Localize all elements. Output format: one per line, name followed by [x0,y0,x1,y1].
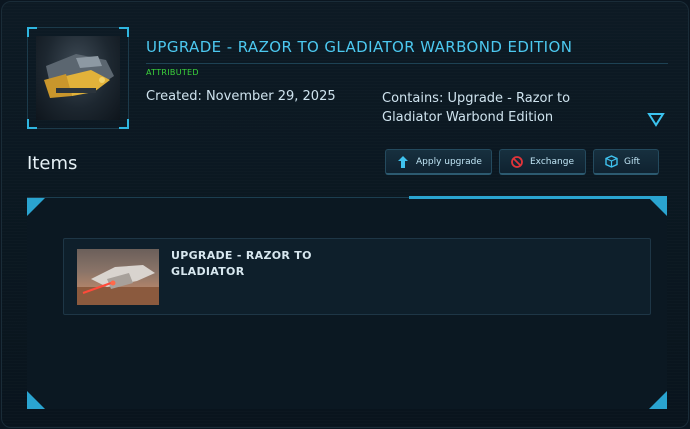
apply-upgrade-button[interactable]: Apply upgrade [385,149,492,175]
item-name: UPGRADE - RAZOR TO GLADIATOR [171,249,312,278]
status-badge: ATTRIBUTED [146,68,199,77]
exchange-label: Exchange [530,156,574,167]
created-date: Created: November 29, 2025 [146,89,336,104]
gift-label: Gift [624,156,641,167]
corner-bracket-icon [649,198,667,216]
items-accent-bar [409,196,667,199]
gift-box-icon [604,155,618,169]
corner-bracket-icon [27,391,45,409]
list-item[interactable]: UPGRADE - RAZOR TO GLADIATOR [63,238,651,315]
apply-upgrade-label: Apply upgrade [416,156,482,167]
frame-corner [119,119,129,129]
exchange-icon [510,155,524,169]
triangle-down-icon [647,113,665,127]
item-thumbnail [77,249,159,305]
frame-corner [27,119,37,129]
ship-illustration [77,265,159,305]
pledge-panel: UPGRADE - RAZOR TO GLADIATOR WARBOND EDI… [1,1,689,428]
items-heading: Items [27,153,78,174]
pledge-title: UPGRADE - RAZOR TO GLADIATOR WARBOND EDI… [146,38,573,56]
gift-button[interactable]: Gift [593,149,659,175]
title-divider [146,63,668,64]
corner-bracket-icon [649,391,667,409]
ship-illustration [44,54,114,98]
contains-text: Contains: Upgrade - Razor to Gladiator W… [382,91,571,125]
pledge-thumbnail-frame [27,27,129,129]
pledge-thumbnail-image [36,36,120,120]
corner-bracket-icon [27,198,45,216]
expand-toggle-button[interactable] [647,111,665,127]
exchange-button[interactable]: Exchange [499,149,586,175]
frame-corner [119,27,129,37]
upgrade-arrow-icon [396,155,410,169]
